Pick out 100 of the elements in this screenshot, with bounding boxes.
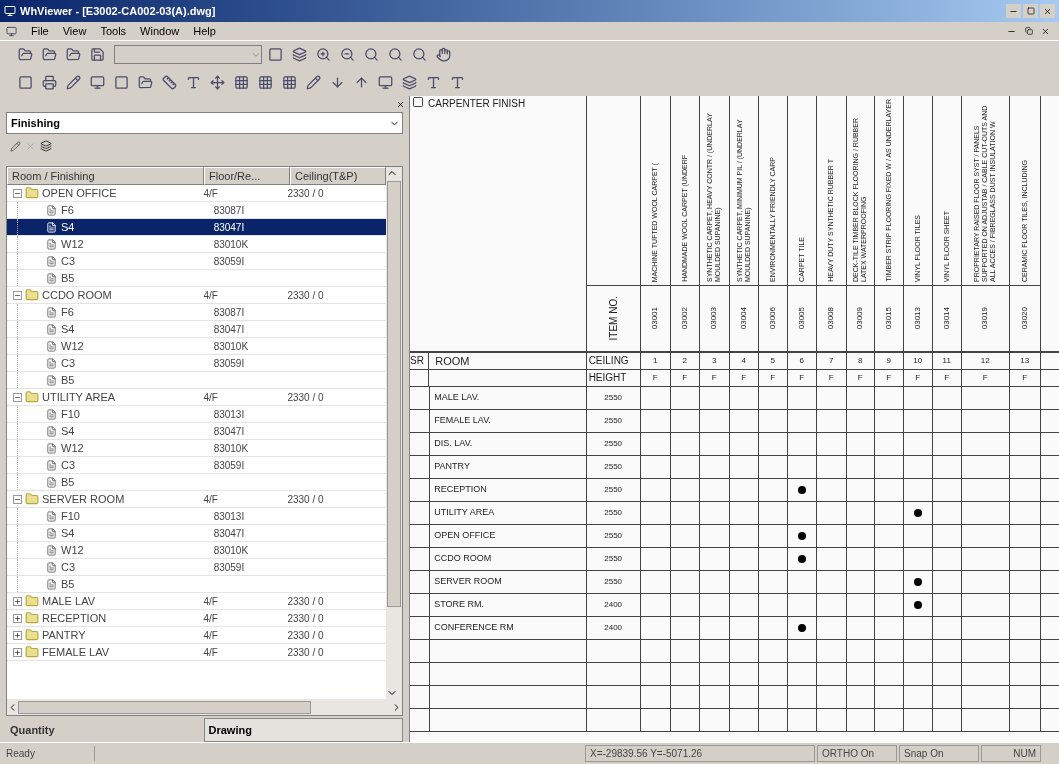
dot-mark xyxy=(797,624,806,632)
dot-mark xyxy=(913,578,922,586)
tree-row[interactable]: B5 xyxy=(7,270,386,287)
room-name: DIS. LAV. xyxy=(434,437,473,451)
app-icon xyxy=(4,5,16,17)
dot-mark xyxy=(797,532,806,540)
item-number: 03004 xyxy=(737,307,749,330)
tree-item-label: B5 xyxy=(61,270,75,286)
item-number: 03014 xyxy=(940,307,952,330)
ceiling-height: 2400 xyxy=(604,599,623,611)
item-number: 03002 xyxy=(678,307,690,330)
tree-row[interactable]: S4 83047I xyxy=(7,525,386,542)
tree-item-label: C3 xyxy=(61,253,76,269)
tree-item[interactable]: OPEN OFFICE xyxy=(42,185,117,202)
tree-row[interactable]: W12 83010K xyxy=(7,338,386,355)
layers-icon[interactable] xyxy=(40,140,52,152)
ceiling-height: 2550 xyxy=(604,507,623,519)
tree-row[interactable]: F10 83013I xyxy=(7,508,386,525)
ceiling-height: 2550 xyxy=(604,553,623,565)
collapse-icon[interactable] xyxy=(13,290,22,300)
ceiling-height: 2550 xyxy=(604,576,623,588)
close-button[interactable] xyxy=(1040,4,1055,18)
table-cell: 83047I xyxy=(213,425,245,437)
tree-item[interactable]: FEMALE LAV xyxy=(42,643,110,661)
tree-row[interactable]: S4 83047I xyxy=(7,423,386,440)
tree-item[interactable]: UTILITY AREA xyxy=(42,388,116,406)
tree-item-label: C3 xyxy=(61,355,76,371)
tree-row[interactable]: F6 83087I xyxy=(7,304,386,321)
column-header[interactable]: Ceiling(T&P) xyxy=(290,167,386,185)
table-cell: 83010K xyxy=(213,544,249,556)
tree-row[interactable]: W12 83010K xyxy=(7,440,386,457)
tree-row[interactable]: C3 83059I xyxy=(7,355,386,372)
tree-row[interactable]: S4 83047I xyxy=(7,321,386,338)
menu-item[interactable]: View xyxy=(62,22,87,40)
collapse-icon[interactable] xyxy=(13,392,22,402)
finishing-dropdown[interactable]: Finishing xyxy=(6,112,403,134)
combo-box[interactable] xyxy=(114,45,262,64)
table-cell: 8 xyxy=(857,355,863,367)
ortho-status: ORTHO On xyxy=(817,745,897,762)
tree-row[interactable]: B5 xyxy=(7,576,386,593)
table-cell: 83047I xyxy=(213,527,245,539)
folder-icon xyxy=(25,611,39,625)
table-cell: F xyxy=(828,372,834,384)
item-number: 03019 xyxy=(979,307,991,330)
tree-row[interactable]: C3 83059I xyxy=(7,559,386,576)
menu-item[interactable]: Tools xyxy=(100,22,127,40)
item-number: 03005 xyxy=(795,307,807,330)
item-number: 03009 xyxy=(854,307,866,330)
pencil-icon[interactable] xyxy=(10,140,21,152)
tree-item[interactable]: MALE LAV xyxy=(42,592,95,610)
tab[interactable]: Drawing xyxy=(203,718,403,742)
expand-icon[interactable] xyxy=(13,613,22,623)
tree-item[interactable]: SERVER ROOM xyxy=(42,490,125,508)
expand-icon[interactable] xyxy=(13,596,22,606)
window-title: WhViewer - [E3002-CA002-03(A).dwg] xyxy=(20,3,216,19)
minimize-button[interactable] xyxy=(1006,4,1021,18)
dot-mark xyxy=(797,555,806,563)
table-cell: F xyxy=(711,372,717,384)
folder-icon xyxy=(25,492,39,506)
horizontal-scrollbar[interactable] xyxy=(7,699,402,715)
item-no-label: ITEM NO. xyxy=(606,296,620,341)
table-cell: 4 xyxy=(741,355,746,367)
collapse-icon[interactable] xyxy=(13,494,22,504)
menu-item[interactable]: Help xyxy=(193,22,216,40)
expand-icon[interactable] xyxy=(13,647,22,657)
tree-row[interactable]: C3 83059I xyxy=(7,253,386,270)
folder-icon xyxy=(25,628,39,642)
item-number: 03013 xyxy=(911,307,923,330)
menu-item[interactable]: File xyxy=(31,22,49,40)
table-cell-text: 2330 / 0 xyxy=(286,645,325,660)
tree-item[interactable]: RECEPTION xyxy=(42,609,107,627)
tree-row[interactable]: S4 83047I xyxy=(7,219,386,236)
item-number: 03003 xyxy=(708,307,720,330)
tree-row[interactable]: C3 83059I xyxy=(7,457,386,474)
table-cell-text: 4/F xyxy=(202,390,219,405)
item-number: 03020 xyxy=(1018,307,1030,330)
room-name: UTILITY AREA xyxy=(434,506,495,520)
tree-row[interactable]: W12 83010K xyxy=(7,236,386,253)
schedule-title: CARPENTER FINISH xyxy=(428,97,526,111)
tree-row[interactable]: W12 83010K xyxy=(7,542,386,559)
close-icon[interactable] xyxy=(396,99,405,109)
table-cell-text: 2330 / 0 xyxy=(286,611,325,626)
table-cell: F xyxy=(886,372,892,384)
menu-item[interactable]: Window xyxy=(140,22,180,40)
tree-row[interactable]: F10 83013I xyxy=(7,406,386,423)
tree-item[interactable]: CCDO ROOM xyxy=(42,286,112,304)
tree-row[interactable]: B5 xyxy=(7,474,386,491)
drawing-canvas[interactable] xyxy=(410,96,1059,742)
collapse-icon[interactable] xyxy=(13,188,22,198)
vertical-scrollbar[interactable] xyxy=(386,167,402,699)
column-header[interactable]: Room / Finishing xyxy=(7,167,204,185)
room-name: RECEPTION xyxy=(434,483,487,497)
table-cell: 10 xyxy=(913,355,923,367)
table-cell: 83059I xyxy=(213,459,245,471)
expand-icon[interactable] xyxy=(13,630,22,640)
tree-row[interactable]: B5 xyxy=(7,372,386,389)
table-cell: F xyxy=(857,372,863,384)
tree-item[interactable]: PANTRY xyxy=(42,626,86,644)
column-header[interactable]: Floor/Re... xyxy=(204,167,290,185)
table-cell: 5 xyxy=(770,355,775,367)
